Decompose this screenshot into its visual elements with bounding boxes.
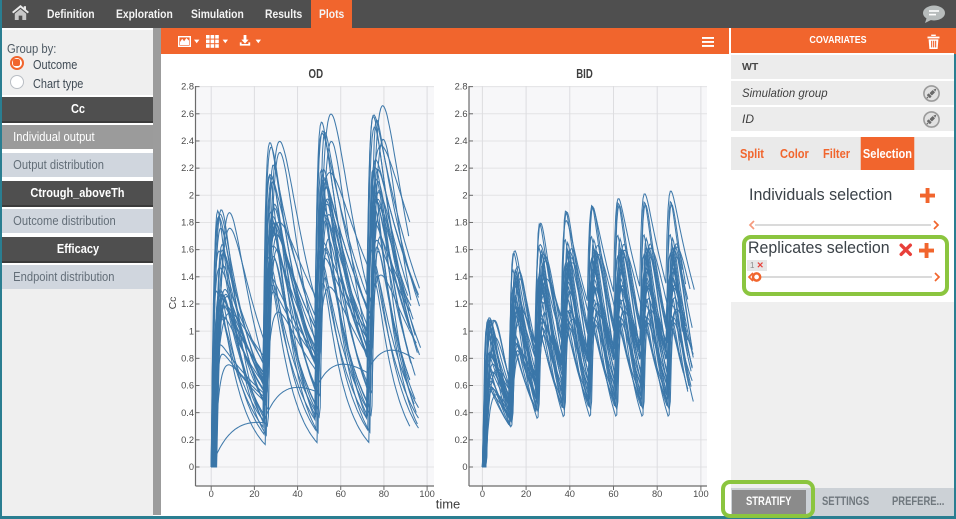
- svg-text:60: 60: [336, 489, 346, 499]
- svg-text:100: 100: [419, 489, 435, 499]
- svg-text:0.8: 0.8: [455, 353, 468, 363]
- svg-text:0: 0: [480, 489, 485, 499]
- svg-text:2.2: 2.2: [181, 163, 194, 173]
- svg-text:0: 0: [209, 489, 214, 499]
- svg-text:1.8: 1.8: [455, 218, 468, 228]
- svg-text:2: 2: [462, 190, 467, 200]
- svg-text:100: 100: [693, 489, 709, 499]
- svg-text:40: 40: [565, 489, 575, 499]
- svg-text:0.2: 0.2: [181, 435, 194, 445]
- svg-text:1.4: 1.4: [455, 272, 468, 282]
- svg-text:BID: BID: [576, 66, 593, 81]
- svg-text:0.6: 0.6: [455, 381, 468, 391]
- svg-text:60: 60: [608, 489, 618, 499]
- svg-text:1: 1: [462, 326, 467, 336]
- svg-text:0.4: 0.4: [455, 408, 468, 418]
- svg-text:1.2: 1.2: [181, 299, 194, 309]
- svg-text:Cc: Cc: [167, 297, 179, 310]
- svg-text:2.6: 2.6: [181, 109, 194, 119]
- svg-text:1.6: 1.6: [181, 245, 194, 255]
- svg-text:1.2: 1.2: [455, 299, 468, 309]
- svg-text:0: 0: [462, 462, 467, 472]
- svg-text:20: 20: [249, 489, 259, 499]
- svg-text:0.6: 0.6: [181, 381, 194, 391]
- svg-text:2.8: 2.8: [181, 82, 194, 92]
- svg-text:0: 0: [189, 462, 194, 472]
- svg-text:80: 80: [379, 489, 389, 499]
- svg-text:20: 20: [521, 489, 531, 499]
- svg-text:OD: OD: [309, 66, 324, 81]
- svg-text:2.8: 2.8: [455, 82, 468, 92]
- svg-text:1.6: 1.6: [455, 245, 468, 255]
- svg-text:2.4: 2.4: [455, 136, 468, 146]
- svg-text:80: 80: [652, 489, 662, 499]
- svg-text:1.4: 1.4: [181, 272, 194, 282]
- svg-text:2: 2: [189, 190, 194, 200]
- svg-text:time: time: [436, 497, 461, 512]
- svg-text:0.2: 0.2: [455, 435, 468, 445]
- svg-text:2.6: 2.6: [455, 109, 468, 119]
- svg-text:1.8: 1.8: [181, 218, 194, 228]
- svg-text:40: 40: [292, 489, 302, 499]
- svg-text:0.4: 0.4: [181, 408, 194, 418]
- svg-text:2.4: 2.4: [181, 136, 194, 146]
- svg-text:0.8: 0.8: [181, 353, 194, 363]
- svg-text:1: 1: [189, 326, 194, 336]
- svg-text:2.2: 2.2: [455, 163, 468, 173]
